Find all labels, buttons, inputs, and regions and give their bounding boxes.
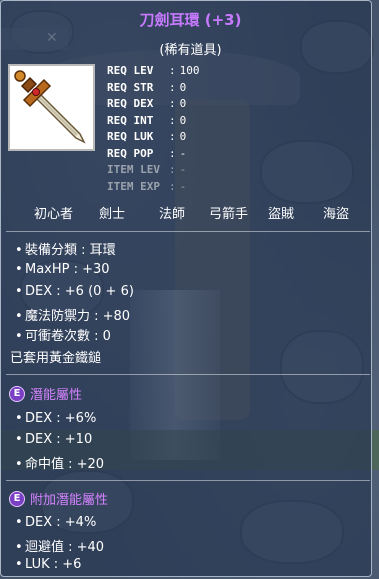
item-icon-frame bbox=[8, 64, 95, 151]
stat-line: • 可衝卷次數 : 0 bbox=[15, 329, 111, 344]
req-dex: REQ DEX:0 bbox=[107, 96, 200, 113]
requirements-list: REQ LEV:100 REQ STR:0 REQ DEX:0 REQ INT:… bbox=[107, 63, 200, 195]
job-warrior: 劍士 bbox=[99, 207, 126, 222]
potential-title: 潛能屬性 bbox=[30, 388, 83, 403]
req-value: 0 bbox=[179, 80, 187, 94]
bonus-potential-title: 附加潛能屬性 bbox=[30, 493, 109, 508]
potential-line: • DEX : +10 bbox=[15, 432, 93, 447]
req-value: - bbox=[179, 179, 187, 193]
req-value: 100 bbox=[179, 64, 200, 77]
req-label: REQ LUK bbox=[107, 130, 154, 143]
potential-header: E 潛能屬性 bbox=[9, 384, 82, 403]
item-tooltip: 刀劍耳環 (+3) (稀有道具) REQ LEV:100 REQ STR:0 R… bbox=[0, 0, 372, 577]
golden-hammer-note: 已套用黃金鐵鎚 bbox=[10, 351, 102, 366]
item-rarity: (稀有道具) bbox=[159, 43, 222, 58]
bonus-potential-text: LUK : +6 bbox=[25, 557, 82, 572]
bonus-potential-line: • DEX : +4% bbox=[15, 515, 97, 530]
stat-text: MaxHP : +30 bbox=[25, 262, 110, 277]
req-value: - bbox=[179, 146, 187, 160]
stat-line: • 裝備分類 : 耳環 bbox=[15, 243, 116, 258]
job-pirate: 海盜 bbox=[323, 207, 350, 222]
req-label: REQ DEX bbox=[107, 97, 154, 110]
bonus-potential-text: 迴避值 : +40 bbox=[25, 540, 105, 555]
bonus-potential-header: E 附加潛能屬性 bbox=[9, 489, 108, 508]
stat-text: 裝備分類 : 耳環 bbox=[25, 243, 116, 258]
divider bbox=[6, 374, 370, 375]
stat-text: DEX : +6 (0 + 6) bbox=[25, 284, 134, 299]
stat-line: • 魔法防禦力 : +80 bbox=[15, 309, 131, 324]
req-label: REQ LEV bbox=[107, 64, 154, 77]
req-str: REQ STR:0 bbox=[107, 80, 200, 97]
req-label: REQ STR bbox=[107, 80, 154, 94]
req-value: 0 bbox=[179, 97, 187, 110]
job-beginner: 初心者 bbox=[34, 207, 74, 222]
potential-line: • 命中值 : +20 bbox=[15, 457, 105, 472]
stat-line: • MaxHP : +30 bbox=[15, 262, 110, 277]
req-label: REQ INT bbox=[107, 113, 154, 127]
potential-line: • DEX : +6% bbox=[15, 411, 97, 426]
bonus-potential-text: DEX : +4% bbox=[25, 515, 97, 530]
item-exp: ITEM EXP: - bbox=[107, 179, 200, 196]
epic-rank-icon: E bbox=[9, 385, 25, 402]
job-bowman: 弓箭手 bbox=[209, 207, 249, 222]
bonus-potential-line: • 迴避值 : +40 bbox=[15, 540, 105, 555]
job-magician: 法師 bbox=[159, 207, 186, 222]
req-pop: REQ POP: - bbox=[107, 146, 200, 163]
potential-text: DEX : +10 bbox=[25, 432, 93, 447]
stat-text: 可衝卷次數 : 0 bbox=[25, 329, 111, 344]
req-label: ITEM EXP bbox=[107, 179, 160, 193]
req-value: 0 bbox=[179, 113, 187, 127]
stat-line: • DEX : +6 (0 + 6) bbox=[15, 284, 134, 299]
epic-rank-icon: E bbox=[9, 490, 25, 507]
req-label: REQ POP bbox=[107, 146, 154, 160]
sword-earring-icon bbox=[14, 70, 86, 144]
req-value: - bbox=[179, 163, 187, 176]
divider bbox=[6, 231, 370, 232]
potential-text: 命中值 : +20 bbox=[25, 457, 105, 472]
req-value: 0 bbox=[179, 130, 187, 143]
job-thief: 盜賊 bbox=[268, 207, 295, 222]
req-luk: REQ LUK:0 bbox=[107, 129, 200, 146]
req-int: REQ INT:0 bbox=[107, 113, 200, 130]
stat-text: 魔法防禦力 : +80 bbox=[25, 309, 131, 324]
divider bbox=[6, 480, 370, 481]
item-title: 刀劍耳環 (+3) bbox=[139, 11, 242, 29]
req-lev: REQ LEV:100 bbox=[107, 63, 200, 80]
bonus-potential-line: • LUK : +6 bbox=[15, 557, 82, 572]
req-label: ITEM LEV bbox=[107, 163, 160, 176]
item-lev: ITEM LEV: - bbox=[107, 162, 200, 179]
potential-text: DEX : +6% bbox=[25, 411, 97, 426]
